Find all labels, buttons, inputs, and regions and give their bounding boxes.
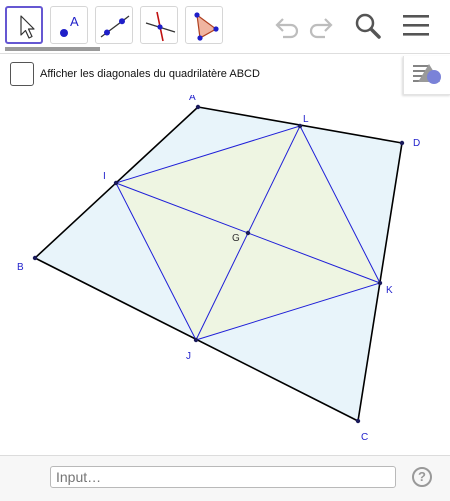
toolbar: A [0, 0, 450, 52]
move-tool-button[interactable] [5, 6, 43, 44]
point-A[interactable] [195, 104, 201, 110]
label-C: C [361, 432, 368, 443]
point-tool-button[interactable]: A [50, 6, 88, 44]
input-bar: ? [0, 455, 450, 501]
line-through-points-icon [100, 15, 130, 38]
polygon-tool-button[interactable] [185, 6, 223, 44]
diagonals-checkbox-label: Afficher les diagonales du quadrilatère … [40, 68, 260, 80]
toolbar-scroll-indicator [5, 47, 100, 51]
perpendicular-tool-button[interactable] [140, 6, 178, 44]
point-L[interactable] [297, 123, 303, 129]
perpendicular-line-icon [145, 11, 176, 42]
label-B: B [17, 262, 24, 273]
point-B[interactable] [32, 255, 38, 261]
search-icon[interactable] [352, 10, 384, 42]
graphics-view[interactable]: A D C B I L K J G [0, 95, 450, 453]
point-C[interactable] [355, 418, 361, 424]
style-bar-toggle[interactable] [403, 56, 450, 95]
redo-icon[interactable] [306, 10, 338, 42]
label-J: J [186, 351, 191, 362]
point-J[interactable] [193, 337, 199, 343]
input-field[interactable] [50, 466, 396, 488]
label-K: K [386, 285, 393, 296]
cursor-arrow-icon [20, 15, 35, 39]
polygon-triangle-icon [194, 12, 219, 41]
diagonals-checkbox[interactable] [10, 62, 34, 86]
label-A: A [189, 95, 196, 103]
point-I[interactable] [113, 180, 119, 186]
line-tool-button[interactable] [95, 6, 133, 44]
point-K[interactable] [377, 280, 383, 286]
label-I: I [103, 171, 106, 182]
point-G[interactable] [245, 230, 251, 236]
label-L: L [303, 114, 309, 125]
help-icon[interactable]: ? [412, 467, 432, 487]
point-A-icon: A [60, 14, 79, 37]
undo-icon[interactable] [270, 10, 302, 42]
label-G: G [232, 233, 240, 244]
menu-icon[interactable] [400, 10, 432, 42]
point-D[interactable] [399, 140, 405, 146]
point-tool-label: A [70, 14, 79, 29]
label-D: D [413, 138, 420, 149]
toolbar-divider [0, 53, 450, 54]
style-bar-icon [413, 64, 441, 84]
